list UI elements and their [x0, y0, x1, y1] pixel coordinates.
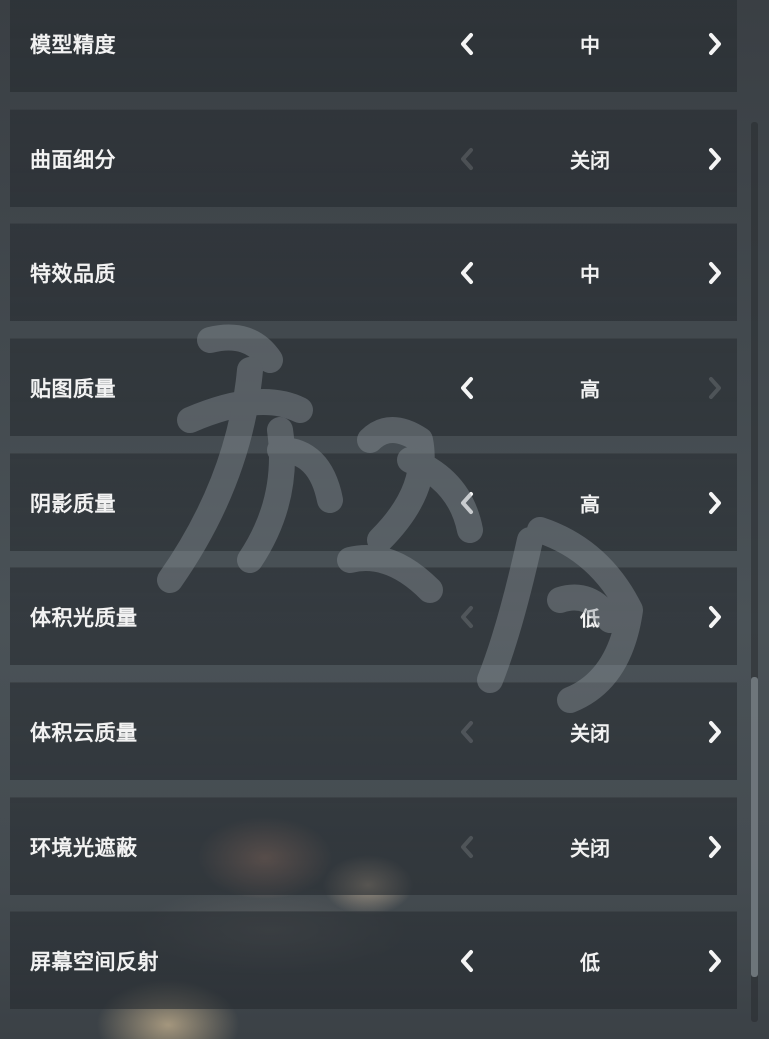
setting-value: 低 [580, 950, 600, 974]
chevron-right-icon [700, 371, 730, 405]
setting-value: 中 [580, 262, 600, 286]
setting-row-volumetric-cloud: 体积云质量 关闭 [10, 682, 737, 780]
setting-value: 中 [580, 33, 600, 57]
scrollbar-thumb[interactable] [751, 677, 758, 977]
setting-label: 曲面细分 [30, 147, 116, 172]
chevron-left-icon [452, 142, 482, 176]
chevron-left-icon[interactable] [452, 486, 482, 520]
chevron-right-icon[interactable] [700, 830, 730, 864]
setting-label: 体积光质量 [30, 605, 138, 630]
setting-value: 高 [580, 377, 600, 401]
setting-value: 关闭 [570, 148, 610, 172]
setting-row-effects-quality: 特效品质 中 [10, 223, 737, 321]
setting-value: 高 [580, 492, 600, 516]
setting-row-tessellation: 曲面细分 关闭 [10, 109, 737, 207]
setting-value: 低 [580, 606, 600, 630]
setting-label: 屏幕空间反射 [30, 949, 159, 974]
setting-row-ambient-occlusion: 环境光遮蔽 关闭 [10, 797, 737, 895]
setting-label: 体积云质量 [30, 720, 138, 745]
setting-label: 阴影质量 [30, 491, 116, 516]
chevron-left-icon [452, 600, 482, 634]
chevron-right-icon[interactable] [700, 715, 730, 749]
chevron-right-icon[interactable] [700, 944, 730, 978]
setting-row-shadow-quality: 阴影质量 高 [10, 453, 737, 551]
chevron-left-icon [452, 830, 482, 864]
chevron-left-icon [452, 715, 482, 749]
setting-row-texture-quality: 贴图质量 高 [10, 338, 737, 436]
setting-value: 关闭 [570, 721, 610, 745]
chevron-right-icon[interactable] [700, 27, 730, 61]
setting-row-ssr: 屏幕空间反射 低 [10, 911, 737, 1009]
setting-label: 贴图质量 [30, 376, 116, 401]
chevron-left-icon[interactable] [452, 371, 482, 405]
setting-label: 环境光遮蔽 [30, 835, 138, 860]
setting-label: 特效品质 [30, 261, 116, 286]
chevron-left-icon[interactable] [452, 944, 482, 978]
setting-row-volumetric-light: 体积光质量 低 [10, 567, 737, 665]
setting-label: 模型精度 [30, 32, 116, 57]
chevron-right-icon[interactable] [700, 600, 730, 634]
chevron-left-icon[interactable] [452, 256, 482, 290]
chevron-right-icon[interactable] [700, 142, 730, 176]
chevron-right-icon[interactable] [700, 256, 730, 290]
chevron-right-icon[interactable] [700, 486, 730, 520]
setting-value: 关闭 [570, 836, 610, 860]
setting-row-model-precision: 模型精度 中 [10, 0, 737, 92]
scrollbar[interactable] [751, 122, 758, 1022]
chevron-left-icon[interactable] [452, 27, 482, 61]
